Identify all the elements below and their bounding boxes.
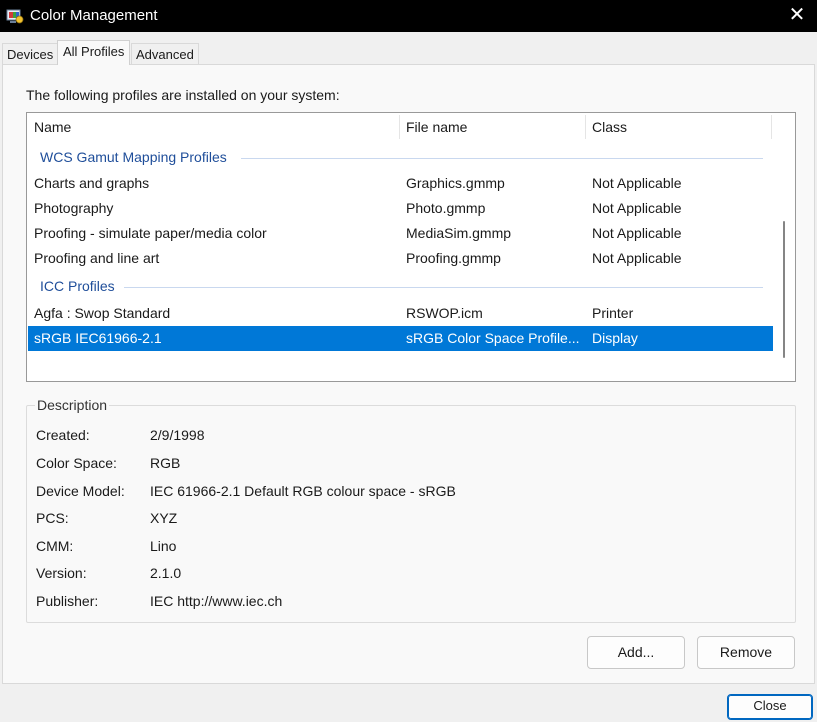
- profile-class: Not Applicable: [592, 175, 682, 191]
- profile-class: Printer: [592, 305, 634, 321]
- tab-advanced[interactable]: Advanced: [131, 43, 199, 65]
- group-divider: [124, 287, 763, 288]
- description-legend: Description: [35, 397, 110, 413]
- pcs-label: PCS:: [36, 510, 69, 526]
- profile-row[interactable]: Charts and graphs Graphics.gmmp Not Appl…: [28, 171, 773, 196]
- created-value: 2/9/1998: [150, 427, 205, 443]
- profile-class: Not Applicable: [592, 250, 682, 266]
- created-label: Created:: [36, 427, 90, 443]
- group-divider: [241, 158, 763, 159]
- profile-class: Not Applicable: [592, 200, 682, 216]
- publisher-value: IEC http://www.iec.ch: [150, 593, 283, 609]
- intro-text: The following profiles are installed on …: [26, 87, 340, 103]
- profile-class: Display: [592, 330, 638, 346]
- profile-file: RSWOP.icm: [406, 305, 483, 321]
- profile-file: MediaSim.gmmp: [406, 225, 512, 241]
- window-title: Color Management: [30, 7, 158, 24]
- remove-button[interactable]: Remove: [697, 636, 795, 669]
- tab-strip: Devices All Profiles Advanced: [0, 40, 817, 65]
- close-icon[interactable]: ✕: [787, 4, 807, 26]
- column-header-file-name[interactable]: File name: [399, 113, 585, 141]
- title-bar: Color Management ✕: [0, 0, 817, 32]
- description-group: Description Created: 2/9/1998 Color Spac…: [26, 397, 796, 623]
- add-button[interactable]: Add...: [587, 636, 685, 669]
- color-management-icon: [6, 9, 24, 24]
- profile-name: sRGB IEC61966-2.1: [34, 330, 162, 346]
- device-model-value: IEC 61966-2.1 Default RGB colour space -…: [150, 483, 456, 499]
- profile-name: Proofing - simulate paper/media color: [34, 225, 267, 241]
- column-divider[interactable]: [771, 115, 772, 139]
- profile-row[interactable]: Proofing - simulate paper/media color Me…: [28, 221, 773, 246]
- tab-all-profiles[interactable]: All Profiles: [57, 40, 131, 65]
- profile-name: Proofing and line art: [34, 250, 160, 266]
- profile-file: sRGB Color Space Profile...: [406, 330, 580, 346]
- cmm-value: Lino: [150, 538, 177, 554]
- profile-name: Photography: [34, 200, 114, 216]
- vertical-scrollbar[interactable]: [783, 221, 785, 358]
- cmm-label: CMM:: [36, 538, 74, 554]
- profiles-list[interactable]: Name File name Class WCS Gamut Mapping P…: [26, 112, 796, 382]
- profile-file: Proofing.gmmp: [406, 250, 501, 266]
- profile-row[interactable]: Photography Photo.gmmp Not Applicable: [28, 196, 773, 221]
- profile-name: Charts and graphs: [34, 175, 150, 191]
- close-button[interactable]: Close: [727, 694, 813, 720]
- profile-name: Agfa : Swop Standard: [34, 305, 171, 321]
- group-header-icc: ICC Profiles: [40, 278, 115, 294]
- pcs-value: XYZ: [150, 510, 178, 526]
- device-model-label: Device Model:: [36, 483, 125, 499]
- profile-class: Not Applicable: [592, 225, 682, 241]
- column-header-name[interactable]: Name: [27, 113, 397, 141]
- profile-row[interactable]: Agfa : Swop Standard RSWOP.icm Printer: [28, 301, 773, 326]
- color-space-label: Color Space:: [36, 455, 117, 471]
- color-space-value: RGB: [150, 455, 181, 471]
- column-header-class[interactable]: Class: [585, 113, 771, 141]
- profile-file: Photo.gmmp: [406, 200, 486, 216]
- profile-file: Graphics.gmmp: [406, 175, 505, 191]
- version-label: Version:: [36, 565, 87, 581]
- publisher-label: Publisher:: [36, 593, 99, 609]
- profile-row[interactable]: Proofing and line art Proofing.gmmp Not …: [28, 246, 773, 271]
- version-value: 2.1.0: [150, 565, 182, 581]
- profile-row-selected[interactable]: sRGB IEC61966-2.1 sRGB Color Space Profi…: [28, 326, 773, 351]
- tab-devices[interactable]: Devices: [2, 43, 59, 65]
- all-profiles-panel: The following profiles are installed on …: [2, 64, 815, 684]
- group-header-wcs: WCS Gamut Mapping Profiles: [40, 149, 227, 165]
